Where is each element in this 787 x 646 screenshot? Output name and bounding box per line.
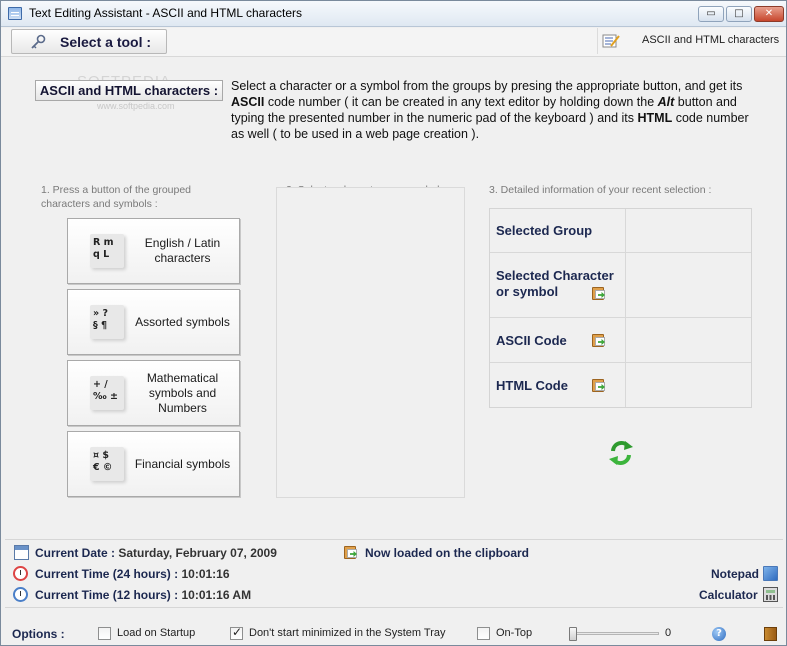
info-row-html-code: HTML Code	[490, 363, 751, 407]
status-separator	[5, 539, 783, 540]
calculator-icon[interactable]	[763, 587, 778, 602]
ascii-code-value	[625, 318, 751, 362]
refresh-icon[interactable]	[607, 439, 635, 467]
current-tool-indicator: ASCII and HTML characters	[597, 28, 782, 54]
group-label: English / Latin characters	[144, 236, 221, 265]
group-assorted-symbols-button[interactable]: » ? § ¶ Assorted symbols	[67, 289, 240, 355]
group-english-latin-button[interactable]: R mq L English / Latin characters	[67, 218, 240, 284]
on-top-label[interactable]: On-Top	[496, 627, 532, 639]
calculator-link[interactable]: Calculator	[699, 588, 758, 602]
select-tool-label: Select a tool :	[60, 34, 152, 50]
group-financial-button[interactable]: ¤ $ € © Financial symbols	[67, 431, 240, 497]
dont-minimize-checkbox[interactable]	[230, 625, 243, 640]
clipboard-icon	[344, 545, 358, 559]
notepad-icon[interactable]	[763, 566, 778, 581]
clipboard-status: Now loaded on the clipboard	[365, 546, 530, 560]
title-bar[interactable]: Text Editing Assistant - ASCII and HTML …	[1, 1, 786, 27]
toolbar: Select a tool : ASCII and HTML character…	[1, 28, 786, 57]
info-row-ascii-code: ASCII Code	[490, 318, 751, 363]
help-icon[interactable]: ?	[712, 627, 726, 641]
current-tool-label: ASCII and HTML characters	[642, 34, 780, 46]
group-glyph-icon: + / ‰ ±	[90, 376, 124, 410]
selection-info-table: Selected Group Selected Character or sym…	[489, 208, 752, 408]
load-on-startup-checkbox[interactable]	[98, 627, 111, 640]
group-label: Financial symbols	[134, 456, 231, 471]
load-on-startup-label[interactable]: Load on Startup	[117, 627, 195, 639]
info-row-selected-character: Selected Character or symbol	[490, 253, 751, 318]
clock-12h-icon	[13, 587, 28, 602]
character-selection-panel[interactable]	[276, 187, 465, 498]
html-code-label: HTML Code	[496, 378, 568, 393]
close-button[interactable]: ✕	[754, 6, 784, 22]
html-code-value	[625, 363, 751, 407]
window-title: Text Editing Assistant - ASCII and HTML …	[29, 6, 302, 20]
main-window: Text Editing Assistant - ASCII and HTML …	[0, 0, 787, 646]
tool-description: Select a character or a symbol from the …	[231, 79, 749, 141]
watermark-url: www.softpedia.com	[97, 101, 175, 111]
on-top-checkbox[interactable]	[477, 627, 490, 640]
minimize-button[interactable]: ▭	[698, 6, 724, 22]
copy-to-clipboard-icon[interactable]	[592, 333, 606, 347]
select-tool-button[interactable]: Select a tool :	[11, 29, 167, 54]
dont-minimize-label[interactable]: Don't start minimized in the System Tray	[249, 627, 446, 639]
ascii-code-label: ASCII Code	[496, 333, 567, 348]
notepad-link[interactable]: Notepad	[711, 567, 759, 581]
calendar-icon	[14, 545, 29, 560]
current-time-12h: Current Time (12 hours) : 10:01:16 AM	[35, 588, 252, 602]
current-time-24h: Current Time (24 hours) : 10:01:16	[35, 567, 230, 581]
step-3-label: 3. Detailed information of your recent s…	[489, 184, 712, 196]
current-date: Current Date : Saturday, February 07, 20…	[35, 546, 277, 560]
opacity-slider-track[interactable]	[572, 632, 659, 635]
options-separator	[5, 607, 783, 608]
group-label: Mathematical symbols and Numbers	[146, 370, 219, 415]
edit-text-icon	[602, 34, 620, 48]
options-label: Options :	[12, 627, 65, 641]
selected-group-label: Selected Group	[496, 223, 593, 238]
copy-to-clipboard-icon[interactable]	[592, 286, 606, 300]
ascii-html-tool-button[interactable]: ASCII and HTML characters :	[35, 80, 223, 101]
selected-character-value	[625, 253, 751, 317]
opacity-slider-value: 0	[665, 627, 672, 639]
app-icon	[8, 7, 22, 20]
maximize-button[interactable]: □	[726, 6, 752, 22]
exit-door-icon[interactable]	[764, 627, 777, 641]
group-glyph-icon: R mq L	[90, 234, 124, 268]
group-mathematical-button[interactable]: + / ‰ ± Mathematical symbols and Numbers	[67, 360, 240, 426]
opacity-slider-handle[interactable]	[569, 627, 577, 641]
info-row-selected-group: Selected Group	[490, 209, 751, 253]
copy-to-clipboard-icon[interactable]	[592, 378, 606, 392]
group-label: Assorted symbols	[135, 314, 230, 329]
step-1-label: 1. Press a button of the grouped charact…	[41, 184, 192, 210]
clock-24h-icon	[13, 566, 28, 581]
group-glyph-icon: » ? § ¶	[90, 305, 124, 339]
group-glyph-icon: ¤ $ € ©	[90, 447, 124, 481]
selected-group-value	[625, 209, 751, 252]
key-icon	[31, 34, 46, 49]
